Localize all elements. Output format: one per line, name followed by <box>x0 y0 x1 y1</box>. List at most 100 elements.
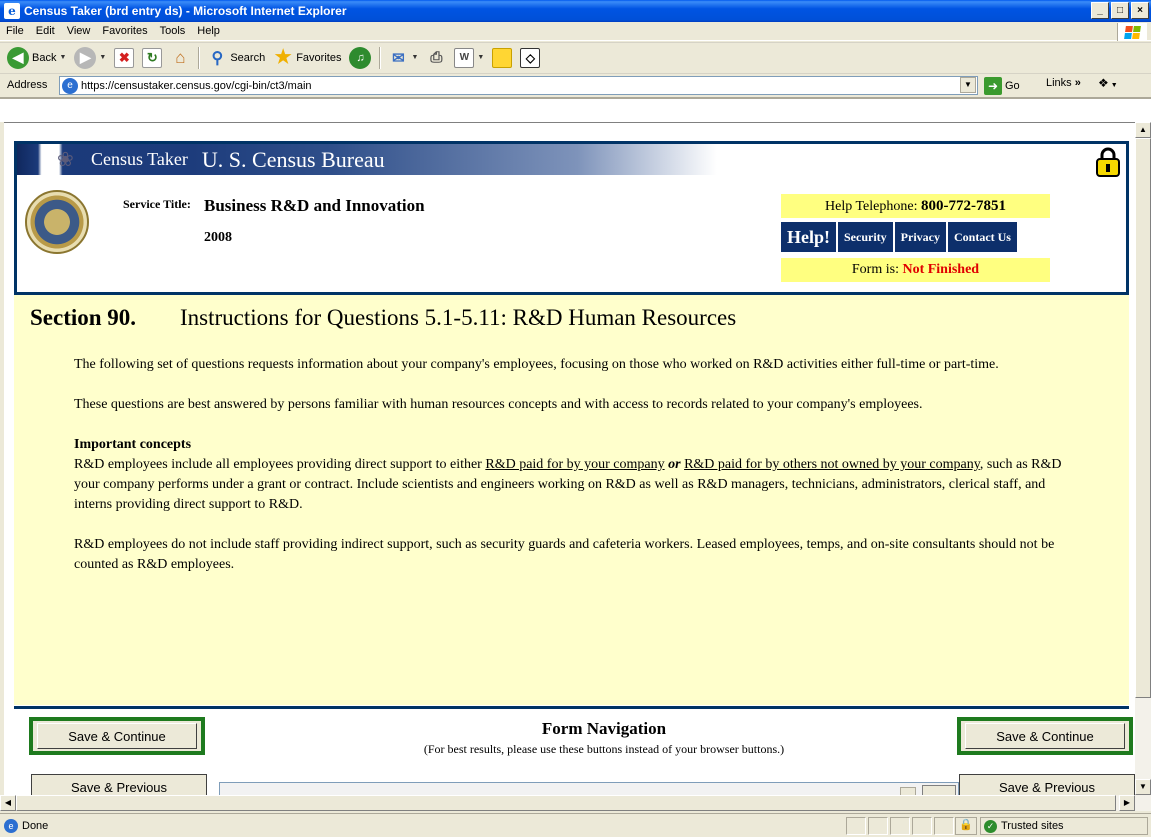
print-button[interactable]: ⎙ <box>423 45 449 71</box>
form-navigation-subtitle: (For best results, please use these butt… <box>423 742 785 756</box>
standard-toolbar: ◀ Back ▼ ▶ ▼ ✖ ↻ ⌂ ⚲ Search ★ Favorites … <box>0 42 1151 72</box>
form-status: Form is: Not Finished <box>781 258 1050 282</box>
extension-icon[interactable]: ❖ ▼ <box>1098 76 1118 90</box>
address-dropdown-icon[interactable]: ▼ <box>960 77 976 93</box>
menu-view[interactable]: View <box>61 25 97 37</box>
vertical-scrollbar[interactable]: ▲ ▼ <box>1135 122 1151 811</box>
security-zone[interactable]: ✓ Trusted sites <box>980 817 1148 835</box>
printer-icon: ⎙ <box>430 49 443 66</box>
page-icon: e <box>62 77 78 94</box>
status-bar: e Done 🔒 ✓ Trusted sites <box>0 813 1151 837</box>
scroll-down-icon[interactable]: ▼ <box>1135 779 1151 795</box>
banner-strip: ❀ Census Taker U. S. Census Bureau <box>17 144 717 175</box>
help-links: Help! Security Privacy Contact Us <box>781 222 1017 252</box>
status-panes <box>846 817 954 835</box>
menu-help[interactable]: Help <box>191 25 226 37</box>
section-heading: Section 90. Instructions for Questions 5… <box>30 305 736 331</box>
mail-dropdown-icon[interactable]: ▼ <box>411 54 418 61</box>
status-pane <box>912 817 932 835</box>
toolbar-separator <box>198 46 200 69</box>
paragraph: R&D employees do not include staff provi… <box>74 537 1055 572</box>
status-pane <box>846 817 866 835</box>
form-navigation-title: Form Navigation <box>541 719 667 738</box>
mail-icon: ✉ <box>392 49 405 67</box>
links-button[interactable]: Links » <box>1046 77 1081 89</box>
stop-icon: ✖ <box>114 47 135 68</box>
window-controls: _ □ × <box>1091 2 1149 19</box>
back-dropdown-icon[interactable]: ▼ <box>59 54 66 61</box>
search-icon: ⚲ <box>211 49 224 67</box>
back-label: Back <box>32 51 57 64</box>
forward-dropdown-icon[interactable]: ▼ <box>99 54 106 61</box>
maximize-button[interactable]: □ <box>1111 2 1129 19</box>
or-text: or <box>668 457 681 472</box>
contact-us-link[interactable]: Contact Us <box>947 222 1017 252</box>
form-status-value: Not Finished <box>902 262 980 277</box>
horizontal-scrollbar[interactable]: ◀ ▶ <box>0 795 1151 811</box>
go-button[interactable]: ➜ Go <box>984 75 1020 96</box>
toolbar-bottom-edge <box>0 97 1151 122</box>
scroll-right-icon[interactable]: ▶ <box>1119 795 1135 811</box>
org-name: U. S. Census Bureau <box>201 146 385 172</box>
research-icon: ◇ <box>520 47 541 68</box>
instructions-body: The following set of questions requests … <box>74 355 1074 595</box>
help-link[interactable]: Help! <box>781 222 836 252</box>
commerce-seal <box>25 190 89 254</box>
refresh-button[interactable]: ↻ <box>139 45 165 71</box>
survey-year: 2008 <box>204 230 232 245</box>
save-continue-button[interactable]: Save & Continue <box>29 717 205 755</box>
ssl-lock-icon[interactable]: 🔒 <box>955 817 977 835</box>
address-bar: Address e https://censustaker.census.gov… <box>0 73 1151 96</box>
windows-logo-icon <box>1117 23 1147 41</box>
rd-paid-by-company-link[interactable]: R&D paid for by your company <box>485 457 664 472</box>
go-label: Go <box>1005 79 1020 92</box>
address-input[interactable]: e https://censustaker.census.gov/cgi-bin… <box>59 76 978 95</box>
census-header: ❀ Census Taker U. S. Census Bureau Servi… <box>14 141 1129 295</box>
menu-tools[interactable]: Tools <box>154 25 192 37</box>
save-continue-button-right[interactable]: Save & Continue <box>957 717 1133 755</box>
status-done: e Done <box>0 818 48 833</box>
save-continue-label: Save & Continue <box>37 723 197 749</box>
menu-favorites[interactable]: Favorites <box>96 25 153 37</box>
edit-button[interactable]: W ▼ <box>451 45 487 71</box>
security-link[interactable]: Security <box>838 222 893 252</box>
security-zone-label: Trusted sites <box>1001 820 1064 832</box>
home-button[interactable]: ⌂ <box>167 45 193 71</box>
status-pane <box>890 817 910 835</box>
links-label: Links <box>1046 77 1072 89</box>
forward-arrow-icon: ▶ <box>74 46 97 69</box>
back-button[interactable]: ◀ Back ▼ <box>4 45 69 71</box>
help-telephone-label: Help Telephone: <box>825 199 918 214</box>
media-button[interactable]: ♫ <box>346 45 374 71</box>
eagle-icon: ❀ <box>57 148 74 171</box>
menu-file[interactable]: File <box>0 25 30 37</box>
forward-button[interactable]: ▶ ▼ <box>71 45 109 71</box>
edit-dropdown-icon[interactable]: ▼ <box>477 54 484 61</box>
section-number: Section 90. <box>30 305 137 330</box>
discuss-button[interactable] <box>489 45 515 71</box>
address-url[interactable]: https://censustaker.census.gov/cgi-bin/c… <box>81 80 312 92</box>
scroll-up-icon[interactable]: ▲ <box>1135 122 1151 138</box>
minimize-button[interactable]: _ <box>1091 2 1109 19</box>
research-button[interactable]: ◇ <box>517 45 543 71</box>
menu-edit[interactable]: Edit <box>30 25 61 37</box>
scroll-left-icon[interactable]: ◀ <box>0 795 16 811</box>
window-title: Census Taker (brd entry ds) - Microsoft … <box>24 4 347 18</box>
stop-button[interactable]: ✖ <box>111 45 137 71</box>
help-telephone-number: 800-772-7851 <box>920 198 1006 214</box>
form-status-label: Form is: <box>851 262 899 277</box>
privacy-link[interactable]: Privacy <box>894 222 946 252</box>
go-arrow-icon: ➜ <box>984 76 1002 95</box>
paragraph: R&D employees include all employees prov… <box>74 455 1074 515</box>
rd-paid-by-others-link[interactable]: R&D paid for by others not owned by your… <box>684 457 980 472</box>
help-telephone: Help Telephone: 800-772-7851 <box>781 194 1050 218</box>
page-done-icon: e <box>4 818 18 833</box>
favorites-button[interactable]: ★ Favorites <box>270 45 344 71</box>
status-pane <box>868 817 888 835</box>
vertical-scroll-thumb[interactable] <box>1135 138 1151 698</box>
horizontal-scroll-thumb[interactable] <box>16 795 1116 811</box>
mail-button[interactable]: ✉ ▼ <box>385 45 421 71</box>
search-button[interactable]: ⚲ Search <box>204 45 268 71</box>
service-title: Business R&D and Innovation <box>204 196 425 215</box>
close-button[interactable]: × <box>1131 2 1149 19</box>
